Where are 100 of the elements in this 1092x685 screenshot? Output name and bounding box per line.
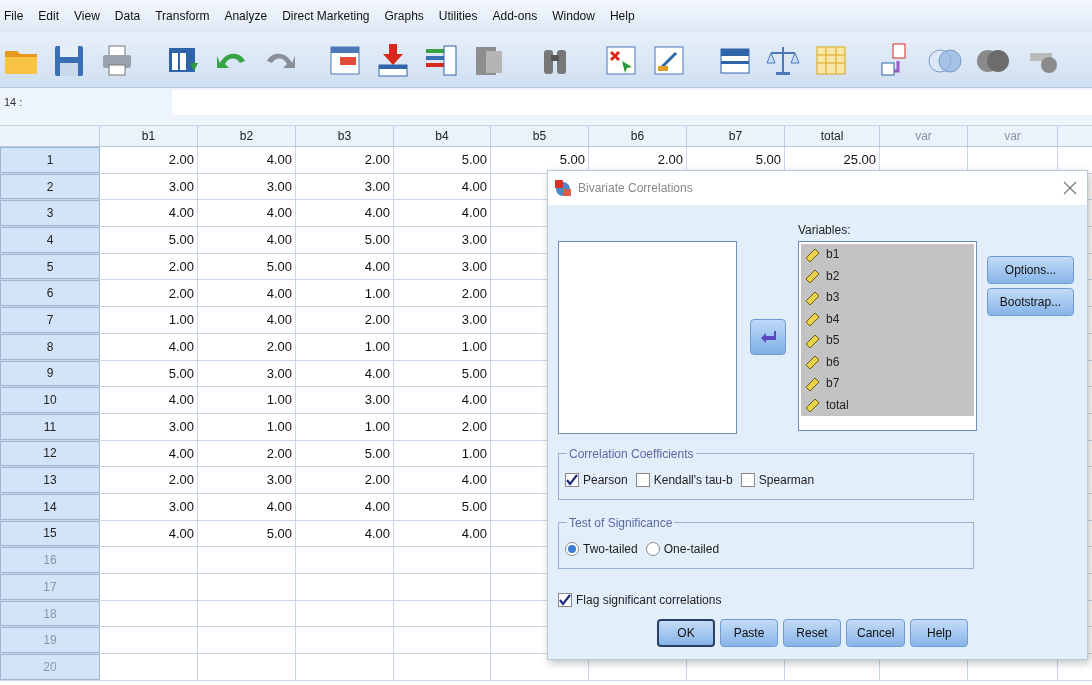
table-cell: 4.00 [198, 280, 296, 307]
table-cell: 2.00 [100, 147, 198, 173]
variable-item[interactable]: b6 [801, 351, 974, 373]
dialog-button[interactable]: Bootstrap... [987, 288, 1074, 316]
ruler-icon [804, 353, 821, 371]
option-label[interactable]: Spearman [758, 470, 815, 489]
row-number[interactable]: 15 [0, 520, 100, 547]
column-header[interactable]: b1 [100, 126, 198, 146]
variables-list[interactable]: b1 b2 b3 b4 b5 b6 b7 total [798, 240, 977, 431]
table-cell: 3.00 [296, 387, 394, 413]
checkbox[interactable] [740, 472, 755, 487]
row-number[interactable]: 10 [0, 387, 100, 413]
variable-item[interactable]: b7 [801, 372, 974, 395]
row-number[interactable]: 11 [0, 413, 100, 440]
column-header[interactable]: total [785, 126, 880, 146]
menu-item[interactable]: Transform [155, 7, 210, 25]
variable-item[interactable]: b2 [801, 265, 974, 287]
checkbox[interactable] [558, 593, 572, 607]
table-cell: 4.00 [100, 440, 198, 467]
table-cell: 2.00 [394, 413, 491, 440]
option-label[interactable]: Flag significant correlations [576, 591, 722, 609]
row-number[interactable]: 6 [0, 280, 100, 307]
menu-item[interactable]: Graphs [384, 7, 424, 25]
table-cell: 3.00 [198, 173, 296, 200]
table-cell: 4.00 [394, 387, 491, 413]
dialog-button[interactable]: OK [657, 619, 715, 647]
menu-item[interactable]: Direct Marketing [282, 7, 370, 25]
row-number[interactable]: 12 [0, 440, 100, 467]
option-label[interactable]: One-tailed [663, 539, 720, 558]
checkbox[interactable] [565, 472, 579, 487]
variable-item[interactable]: b5 [801, 329, 974, 352]
table-cell: 1.00 [198, 387, 296, 413]
table-cell: 1.00 [296, 280, 394, 307]
menu-item[interactable]: View [74, 7, 100, 25]
variable-item[interactable]: b3 [801, 286, 974, 309]
row-number[interactable]: 9 [0, 360, 100, 387]
option-label[interactable]: Pearson [583, 470, 628, 489]
row-number[interactable]: 8 [0, 333, 100, 360]
table-cell: 4.00 [296, 360, 394, 387]
row-number[interactable]: 14 [0, 493, 100, 520]
table-cell: 3.00 [100, 493, 198, 520]
dialog-button[interactable]: Help [910, 619, 969, 647]
ruler-icon [804, 267, 821, 285]
row-number[interactable]: 5 [0, 253, 100, 280]
table-cell: 4.00 [394, 200, 491, 227]
option-label[interactable]: Kendall's tau-b [653, 470, 733, 489]
close-icon[interactable] [1063, 181, 1077, 195]
dialog-button[interactable]: Options... [987, 256, 1074, 284]
dialog-button[interactable]: Reset [783, 619, 841, 647]
menu-item[interactable]: Analyze [224, 7, 268, 25]
dialog-button[interactable]: Paste [720, 619, 778, 647]
row-number[interactable]: 4 [0, 227, 100, 253]
table-cell: 4.00 [394, 173, 491, 200]
variables-label: Variables: [798, 222, 852, 239]
variable-item[interactable]: b4 [801, 308, 974, 330]
table-cell: 5.00 [198, 520, 296, 547]
menu-item[interactable]: File [4, 7, 24, 25]
row-number[interactable]: 2 [0, 173, 100, 200]
menu-item[interactable]: Window [552, 7, 595, 25]
source-variable-list[interactable] [558, 241, 737, 434]
table-cell: 4.00 [100, 387, 198, 413]
dialog-button[interactable]: Cancel [846, 619, 906, 647]
dialog-title: Bivariate Correlations [578, 180, 694, 197]
table-cell: 4.00 [296, 200, 394, 227]
column-header[interactable]: b3 [296, 126, 394, 146]
radio-button[interactable] [645, 541, 660, 556]
table-cell: 5.00 [394, 493, 491, 520]
menu-item[interactable]: Help [609, 7, 635, 25]
column-header[interactable]: b4 [394, 126, 491, 146]
row-number[interactable]: 1 [0, 147, 100, 173]
move-button[interactable] [749, 319, 786, 355]
menu-item[interactable]: Add-ons [492, 7, 538, 25]
table-cell: 5.00 [198, 253, 296, 280]
table-cell: 2.00 [296, 307, 394, 333]
column-header[interactable]: b5 [491, 126, 589, 146]
table-cell: 5.00 [394, 360, 491, 387]
table-cell: 4.00 [296, 493, 394, 520]
menu-item[interactable]: Data [114, 7, 141, 25]
table-cell: 1.00 [100, 307, 198, 333]
checkbox[interactable] [635, 472, 650, 487]
table-cell: 4.00 [296, 520, 394, 547]
menu-item[interactable]: Utilities [438, 7, 478, 25]
row-number[interactable]: 13 [0, 467, 100, 493]
menu-item[interactable]: Edit [38, 7, 60, 25]
column-header[interactable]: b6 [589, 126, 687, 146]
radio-button[interactable] [565, 541, 579, 556]
row-number[interactable]: 3 [0, 200, 100, 227]
variable-item[interactable]: b1 [801, 243, 974, 266]
table-cell: 4.00 [198, 200, 296, 227]
table-cell: 4.00 [100, 200, 198, 227]
column-header[interactable]: b2 [198, 126, 296, 146]
return-arrow-icon [759, 331, 776, 343]
table-cell: 3.00 [394, 253, 491, 280]
table-cell: 2.00 [394, 280, 491, 307]
table-cell: 4.00 [198, 147, 296, 173]
row-number[interactable]: 7 [0, 307, 100, 333]
option-label[interactable]: Two-tailed [583, 539, 638, 558]
variable-item[interactable]: total [801, 394, 974, 416]
column-header[interactable]: b7 [687, 126, 785, 146]
table-cell: 2.00 [100, 467, 198, 493]
